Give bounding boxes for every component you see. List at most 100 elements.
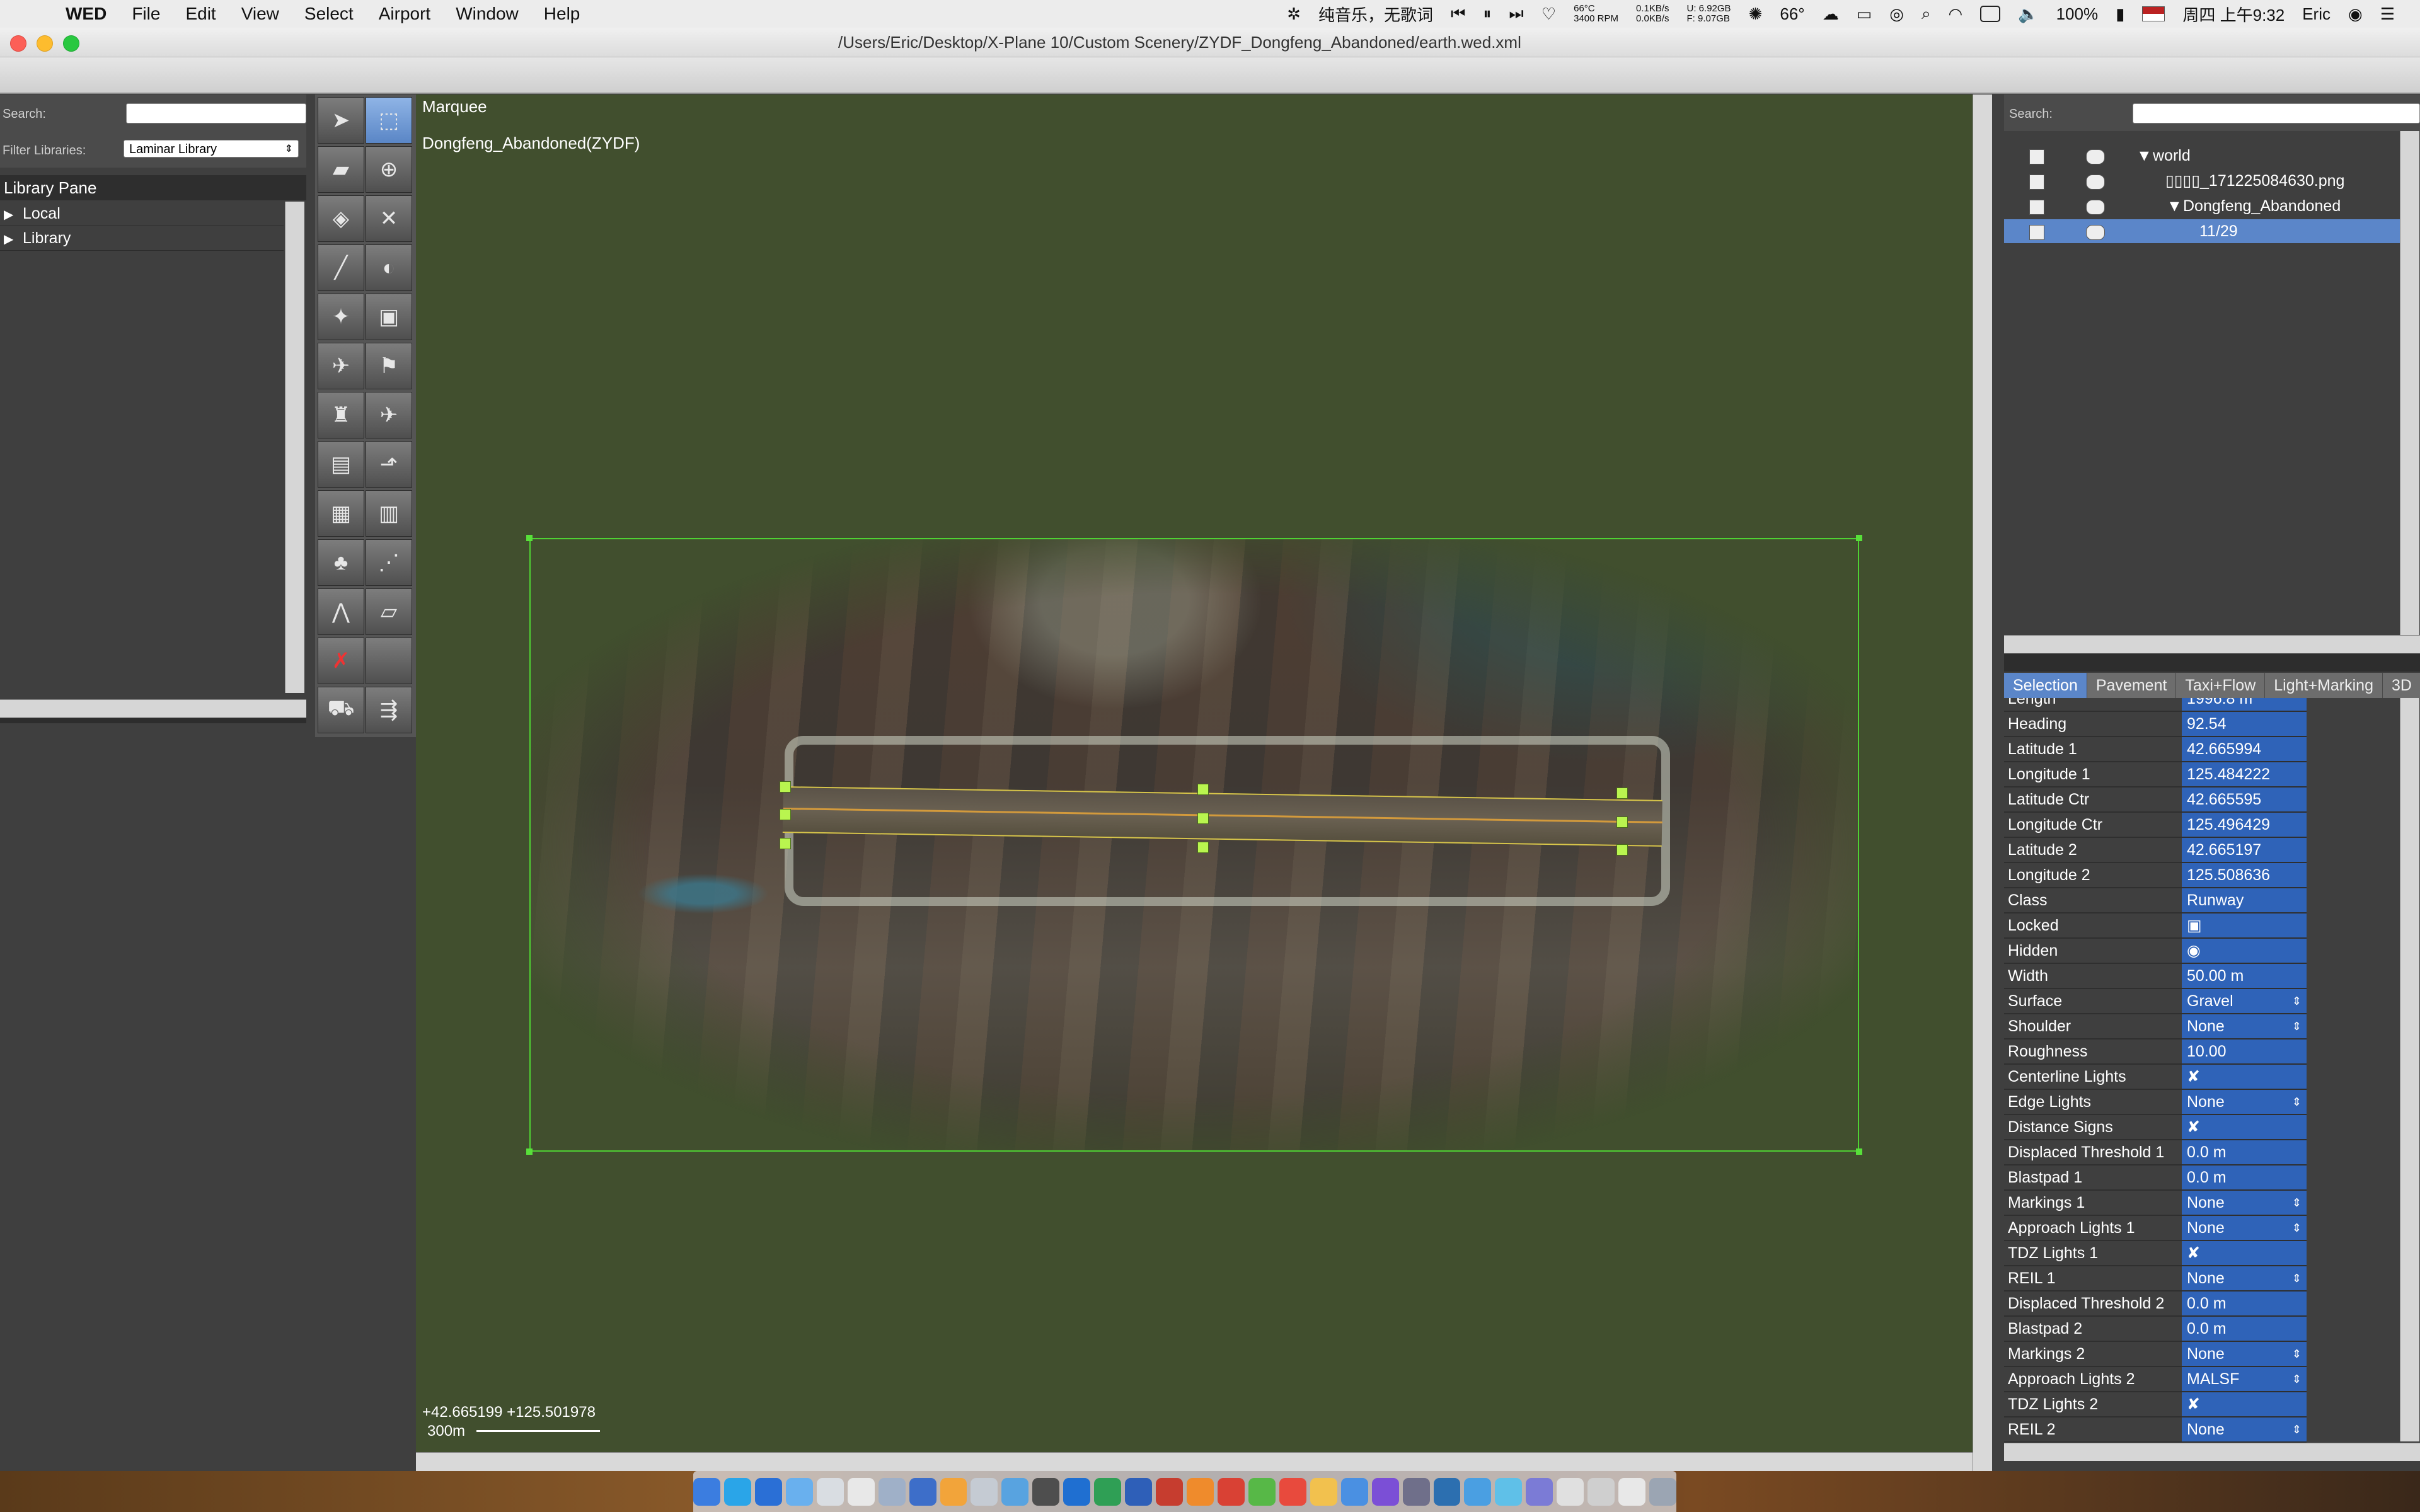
polygon-tool-button[interactable]: ⋀ xyxy=(318,588,364,635)
network-readout[interactable]: 0.1KB/s 0.0KB/s xyxy=(1636,4,1669,24)
lock-icon[interactable] xyxy=(2029,175,2044,190)
memory-readout[interactable]: U: 6.92GB F: 9.07GB xyxy=(1687,4,1731,24)
properties-horizontal-scrollbar[interactable] xyxy=(2004,1443,2420,1461)
property-row[interactable]: TDZ Lights 2 ✘ xyxy=(2004,1392,2307,1418)
runway-handle[interactable] xyxy=(1616,816,1628,828)
menu-select[interactable]: Select xyxy=(304,4,354,24)
property-value[interactable]: 50.00 m xyxy=(2182,964,2307,988)
runway-tool-button[interactable]: ▰ xyxy=(318,146,364,193)
property-value[interactable]: None ⇕ xyxy=(2182,1266,2307,1290)
overlay-corner-handle[interactable] xyxy=(1856,535,1862,541)
dock-app-icon[interactable] xyxy=(971,1477,998,1506)
dock-app-icon[interactable] xyxy=(1063,1477,1091,1506)
property-row[interactable]: Longitude 1 125.484222 xyxy=(2004,762,2307,788)
dock-app-icon[interactable] xyxy=(1495,1477,1523,1506)
windsock-tool-button[interactable]: ⚑ xyxy=(366,343,412,389)
fan-icon[interactable]: ✲ xyxy=(1287,4,1301,24)
property-value[interactable]: None ⇕ xyxy=(2182,1342,2307,1366)
beacon-tool-button[interactable]: ♜ xyxy=(318,392,364,438)
runway-handle[interactable] xyxy=(1616,788,1628,799)
exclusion-tool-button[interactable]: ✗ xyxy=(318,638,364,684)
dock-app-icon[interactable] xyxy=(1402,1477,1430,1506)
runway-handle[interactable] xyxy=(780,809,791,820)
property-row[interactable]: Markings 1 None ⇕ xyxy=(2004,1191,2307,1216)
property-value[interactable]: None ⇕ xyxy=(2182,1014,2307,1038)
property-value[interactable]: 1996.8 m xyxy=(2182,698,2307,711)
property-value[interactable]: 0.0 m xyxy=(2182,1140,2307,1164)
dock-app-icon[interactable] xyxy=(1032,1477,1060,1506)
dock-app-icon[interactable] xyxy=(940,1477,967,1506)
dropdown-arrows-icon[interactable]: ⇕ xyxy=(2292,1216,2302,1240)
dropdown-arrows-icon[interactable]: ⇕ xyxy=(2292,1090,2302,1114)
dropdown-arrows-icon[interactable]: ⇕ xyxy=(2292,1014,2302,1038)
dock-app-icon[interactable] xyxy=(1526,1477,1553,1506)
menu-view[interactable]: View xyxy=(241,4,279,24)
runway-handle[interactable] xyxy=(1197,813,1209,824)
property-row[interactable]: Length 1996.8 m xyxy=(2004,698,2307,712)
property-row[interactable]: Edge Lights None ⇕ xyxy=(2004,1090,2307,1115)
display-icon[interactable]: ▭ xyxy=(1857,4,1872,24)
weather-temp[interactable]: 66° xyxy=(1780,4,1804,24)
dock-app-icon[interactable] xyxy=(723,1477,751,1506)
map-view[interactable]: Marquee Dongfeng_Abandoned(ZYDF) +42.665… xyxy=(416,94,1973,1474)
sealane-tool-button[interactable]: ◈ xyxy=(318,195,364,242)
panel-divider[interactable] xyxy=(2004,654,2420,672)
menu-edit[interactable]: Edit xyxy=(185,4,216,24)
dropdown-arrows-icon[interactable]: ⇕ xyxy=(2292,1367,2302,1391)
airplay-icon[interactable] xyxy=(1980,6,2001,22)
dock-app-icon[interactable] xyxy=(1248,1477,1276,1506)
dock-app-icon[interactable] xyxy=(878,1477,906,1506)
runway-handle[interactable] xyxy=(1197,784,1209,795)
eye-icon[interactable] xyxy=(2086,175,2105,190)
tab-3d[interactable]: 3D xyxy=(2383,673,2420,698)
dock-app-icon[interactable] xyxy=(785,1477,813,1506)
minimize-window-button[interactable] xyxy=(37,35,53,52)
dock-app-icon[interactable] xyxy=(1618,1477,1646,1506)
taxiline-tool-button[interactable]: ╱ xyxy=(318,244,364,291)
dock-app-icon[interactable] xyxy=(1464,1477,1492,1506)
property-value[interactable]: 0.0 m xyxy=(2182,1317,2307,1341)
overlay-corner-handle[interactable] xyxy=(526,535,533,541)
dock-app-icon[interactable] xyxy=(1433,1477,1461,1506)
close-window-button[interactable] xyxy=(10,35,26,52)
input-source-flag-icon[interactable] xyxy=(2142,6,2165,21)
menu-help[interactable]: Help xyxy=(544,4,580,24)
eye-icon[interactable] xyxy=(2086,200,2105,215)
expand-triangle-icon[interactable]: ▼ xyxy=(2167,194,2182,218)
lock-icon[interactable] xyxy=(2029,200,2044,215)
sign-tool-button[interactable]: ▣ xyxy=(366,294,412,340)
temperature-readout[interactable]: 66°C 3400 RPM xyxy=(1574,4,1618,24)
hierarchy-row-runway[interactable]: 11/29 xyxy=(2004,219,2400,243)
property-value[interactable]: None ⇕ xyxy=(2182,1090,2307,1114)
dock-app-icon[interactable] xyxy=(1001,1477,1029,1506)
tab-selection[interactable]: Selection xyxy=(2004,673,2087,698)
weather-icon[interactable]: ✺ xyxy=(1749,4,1763,24)
dropdown-arrows-icon[interactable]: ⇕ xyxy=(2292,989,2302,1013)
vertex-tool-button[interactable]: ➤ xyxy=(318,97,364,144)
property-row[interactable]: Distance Signs ✘ xyxy=(2004,1115,2307,1140)
property-value[interactable]: 42.665595 xyxy=(2182,788,2307,811)
tab-taxi-flow[interactable]: Taxi+Flow xyxy=(2176,673,2266,698)
property-value[interactable]: 42.665994 xyxy=(2182,737,2307,761)
prev-track-icon[interactable]: ⏮ xyxy=(1451,4,1465,24)
hierarchy-row-airport[interactable]: ▼ Dongfeng_Abandoned xyxy=(2004,194,2400,218)
runway-handle[interactable] xyxy=(780,838,791,849)
draped-polygon-tool-button[interactable]: ▱ xyxy=(366,588,412,635)
property-value[interactable]: MALSF ⇕ xyxy=(2182,1367,2307,1391)
property-value[interactable]: 125.484222 xyxy=(2182,762,2307,786)
expand-triangle-icon[interactable]: ▶ xyxy=(0,203,23,227)
property-row[interactable]: Approach Lights 2 MALSF ⇕ xyxy=(2004,1367,2307,1392)
dock-app-icon[interactable] xyxy=(1279,1477,1306,1506)
property-row[interactable]: Locked ▣ xyxy=(2004,914,2307,939)
siri-icon[interactable]: ◉ xyxy=(2348,4,2363,24)
dropdown-arrows-icon[interactable]: ⇕ xyxy=(2292,1418,2302,1441)
dock-app-icon[interactable] xyxy=(1649,1477,1676,1506)
cloud-icon[interactable]: ☁ xyxy=(1823,4,1839,24)
property-row[interactable]: Hidden ◉ xyxy=(2004,939,2307,964)
property-row[interactable]: Blastpad 2 0.0 m xyxy=(2004,1317,2307,1342)
hierarchy-search-input[interactable] xyxy=(2133,103,2420,123)
hierarchy-vertical-scrollbar[interactable] xyxy=(2400,131,2419,635)
map-horizontal-scrollbar[interactable] xyxy=(416,1452,1973,1472)
hierarchy-horizontal-scrollbar[interactable] xyxy=(2004,635,2420,653)
property-row[interactable]: Centerline Lights ✘ xyxy=(2004,1065,2307,1090)
